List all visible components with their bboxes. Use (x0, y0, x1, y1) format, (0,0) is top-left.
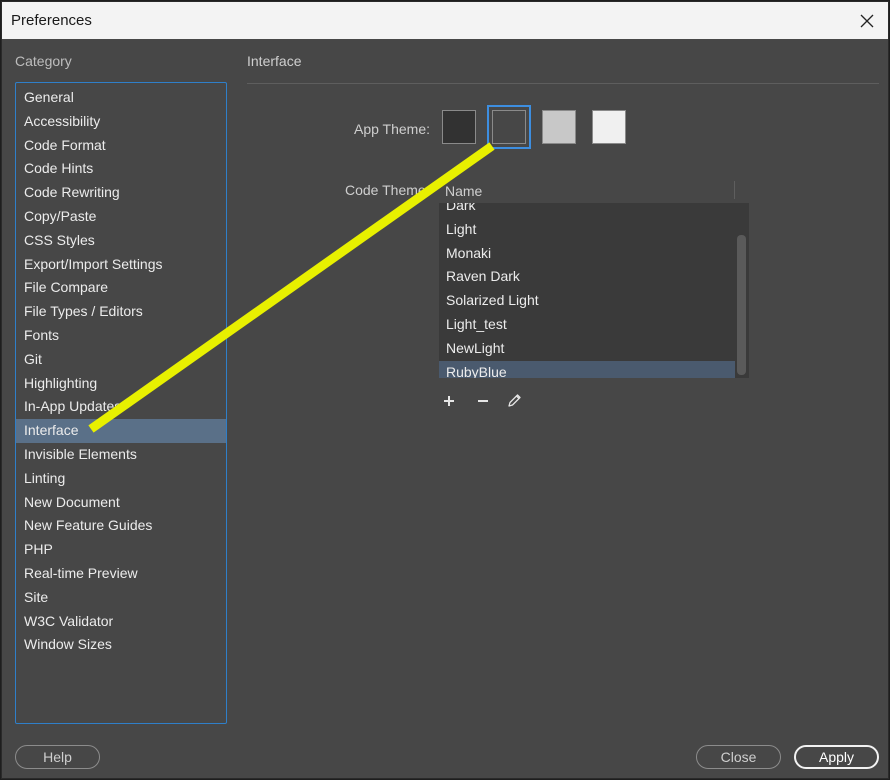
column-header-name: Name (445, 183, 483, 199)
title-bar: Preferences (2, 2, 888, 39)
sidebar-item-copy-paste[interactable]: Copy/Paste (16, 205, 226, 229)
app-theme-swatch-darkest[interactable] (442, 110, 476, 144)
sidebar-item-css-styles[interactable]: CSS Styles (16, 229, 226, 253)
close-button[interactable]: Close (696, 745, 781, 769)
code-theme-item-dark[interactable]: Dark (439, 203, 735, 218)
add-theme-button[interactable] (439, 391, 459, 411)
remove-theme-button[interactable] (473, 391, 493, 411)
help-button[interactable]: Help (15, 745, 100, 769)
sidebar-item-site[interactable]: Site (16, 586, 226, 610)
column-separator (734, 181, 735, 199)
app-theme-swatch-dark[interactable] (487, 105, 531, 149)
pencil-icon (508, 394, 521, 407)
sidebar-item-interface[interactable]: Interface (16, 419, 226, 443)
app-theme-swatch-light[interactable] (542, 110, 576, 144)
sidebar-item-export-import-settings[interactable]: Export/Import Settings (16, 253, 226, 277)
sidebar-item-file-types-editors[interactable]: File Types / Editors (16, 300, 226, 324)
category-list: General Accessibility Code Format Code H… (15, 82, 227, 724)
sidebar-item-real-time-preview[interactable]: Real-time Preview (16, 562, 226, 586)
code-theme-item-rubyblue[interactable]: RubyBlue (439, 360, 735, 378)
scrollbar-thumb[interactable] (737, 235, 746, 375)
edit-theme-button[interactable] (504, 391, 524, 411)
sidebar-item-highlighting[interactable]: Highlighting (16, 372, 226, 396)
sidebar-item-code-hints[interactable]: Code Hints (16, 157, 226, 181)
code-theme-column-header[interactable]: Name (439, 179, 749, 203)
sidebar-item-invisible-elements[interactable]: Invisible Elements (16, 443, 226, 467)
minus-icon (478, 400, 488, 402)
code-theme-item-light[interactable]: Light (439, 218, 735, 242)
sidebar-item-new-document[interactable]: New Document (16, 491, 226, 515)
code-theme-item-solarized-light[interactable]: Solarized Light (439, 289, 735, 313)
window-title: Preferences (11, 12, 92, 29)
app-theme-label: App Theme: (354, 121, 431, 137)
code-theme-label: Code Theme: (345, 182, 430, 198)
sidebar-item-new-feature-guides[interactable]: New Feature Guides (16, 514, 226, 538)
code-theme-item-newlight[interactable]: NewLight (439, 337, 735, 361)
plus-icon (444, 396, 454, 406)
sidebar-item-window-sizes[interactable]: Window Sizes (16, 633, 226, 657)
code-theme-item-monaki[interactable]: Monaki (439, 242, 735, 266)
code-theme-list: Dark Light Monaki Raven Dark Solarized L… (439, 203, 749, 378)
app-theme-swatch-lightest[interactable] (592, 110, 626, 144)
close-icon[interactable] (846, 2, 888, 39)
sidebar-item-w3c-validator[interactable]: W3C Validator (16, 610, 226, 634)
sidebar-item-git[interactable]: Git (16, 348, 226, 372)
sidebar-item-accessibility[interactable]: Accessibility (16, 110, 226, 134)
sidebar-item-in-app-updates[interactable]: In-App Updates (16, 395, 226, 419)
apply-button[interactable]: Apply (794, 745, 879, 769)
sidebar-item-php[interactable]: PHP (16, 538, 226, 562)
code-theme-item-raven-dark[interactable]: Raven Dark (439, 265, 735, 289)
section-divider (247, 83, 879, 84)
sidebar-item-general[interactable]: General (16, 86, 226, 110)
section-title: Interface (247, 53, 302, 69)
sidebar-item-linting[interactable]: Linting (16, 467, 226, 491)
scrollbar-track[interactable] (736, 203, 747, 378)
preferences-dialog: Preferences Category General Accessibili… (1, 1, 889, 779)
sidebar-item-file-compare[interactable]: File Compare (16, 276, 226, 300)
sidebar-item-code-rewriting[interactable]: Code Rewriting (16, 181, 226, 205)
sidebar-item-fonts[interactable]: Fonts (16, 324, 226, 348)
code-theme-item-light-test[interactable]: Light_test (439, 313, 735, 337)
category-label: Category (15, 53, 72, 69)
sidebar-item-code-format[interactable]: Code Format (16, 134, 226, 158)
